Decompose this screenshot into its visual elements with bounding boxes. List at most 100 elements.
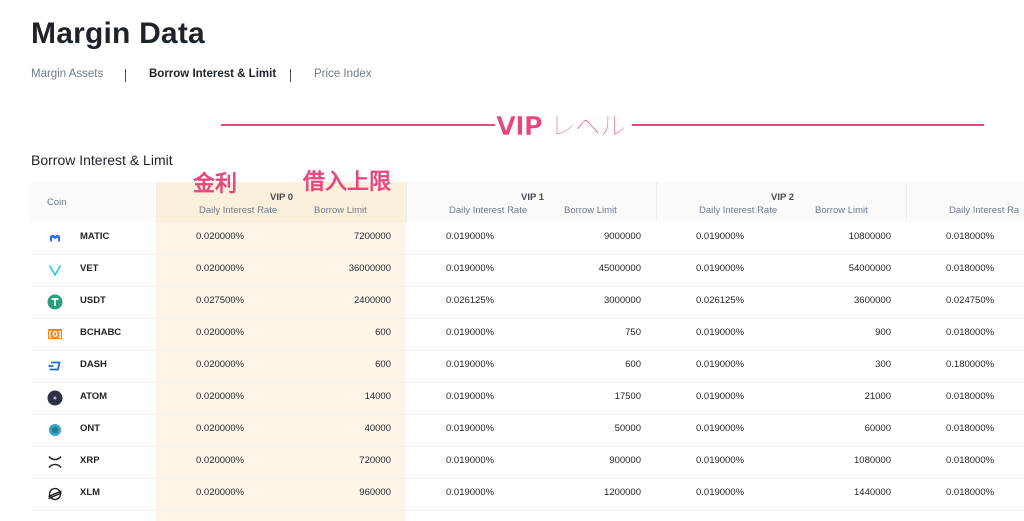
vip1-limit: 3000000 [604, 295, 641, 306]
vip0-limit: 36000000 [348, 263, 391, 274]
vip0-limit: 960000 [359, 487, 391, 498]
vip1-rate: 0.019000% [446, 231, 495, 242]
annotation-interest: 金利 [193, 172, 238, 197]
vip0-rate: 0.020000% [196, 359, 245, 370]
annotation-vip-level: VIP レベル [496, 112, 627, 143]
header-divider [156, 182, 157, 222]
vip2-rate: 0.019000% [696, 391, 745, 402]
vip0-rate: 0.020000% [196, 263, 245, 274]
vip1-rate: 0.019000% [446, 423, 495, 434]
vip1-rate: 0.019000% [446, 487, 495, 498]
tier-header-vip0: VIP 0 [270, 192, 294, 203]
vip3-rate: 0.018000% [946, 487, 995, 498]
section-title: Borrow Interest & Limit [31, 152, 173, 168]
vip2-limit: 1440000 [854, 487, 891, 498]
table-row: ATOM 0.020000% 14000 0.019000% 17500 0.0… [31, 382, 1024, 415]
header-divider [906, 182, 907, 222]
coin-symbol: ATOM [80, 391, 108, 402]
vip0-limit: 2400000 [354, 295, 391, 306]
column-header-coin: Coin [47, 197, 67, 208]
svg-text:[0]: [0] [49, 330, 62, 339]
matic-icon [47, 230, 63, 246]
coin-symbol: VET [80, 263, 99, 274]
vip3-rate: 0.024750% [946, 295, 995, 306]
vip0-rate: 0.020000% [196, 487, 245, 498]
column-header-limit: Borrow Limit [564, 205, 617, 216]
column-header-rate: Daily Interest Rate [699, 205, 778, 216]
vip1-limit: 9000000 [604, 231, 641, 242]
vip0-rate: 0.020000% [196, 391, 245, 402]
atom-icon [47, 390, 63, 406]
column-header-limit: Borrow Limit [314, 205, 367, 216]
annotation-line-right [632, 124, 984, 126]
table-row: VET 0.020000% 36000000 0.019000% 4500000… [31, 254, 1024, 287]
vip1-limit: 50000 [614, 423, 641, 434]
vip1-limit: 900000 [609, 455, 641, 466]
vet-icon [47, 262, 63, 278]
vip0-rate: 0.027500% [196, 295, 245, 306]
table-row: [0] BCHABC 0.020000% 600 0.019000% 750 0… [31, 318, 1024, 351]
subnav-divider [290, 69, 291, 82]
vip3-rate: 0.018000% [946, 231, 995, 242]
vip2-rate: 0.019000% [696, 327, 745, 338]
vip1-limit: 17500 [614, 391, 641, 402]
vip0-rate: 0.020000% [196, 327, 245, 338]
annotation-line-left [221, 124, 495, 126]
vip1-rate: 0.026125% [446, 295, 495, 306]
vip1-limit: 750 [625, 327, 641, 338]
vip0-rate: 0.020000% [196, 423, 245, 434]
table-row: USDT 0.027500% 2400000 0.026125% 3000000… [31, 286, 1024, 319]
vip2-limit: 21000 [864, 391, 891, 402]
vip1-rate: 0.019000% [446, 359, 495, 370]
table-row: MATIC 0.020000% 7200000 0.019000% 900000… [31, 222, 1024, 255]
vip3-rate: 0.018000% [946, 423, 995, 434]
dash-icon [47, 358, 63, 374]
subnav-divider [125, 69, 126, 82]
page-title: Margin Data [31, 17, 205, 50]
vip2-rate: 0.019000% [696, 359, 745, 370]
vip2-limit: 60000 [864, 423, 891, 434]
tab-borrow-interest-limit[interactable]: Borrow Interest & Limit [149, 68, 276, 80]
vip2-limit: 900 [875, 327, 891, 338]
column-header-rate: Daily Interest Rate [199, 205, 278, 216]
vip2-limit: 54000000 [848, 263, 891, 274]
coin-symbol: MATIC [80, 231, 110, 242]
tab-price-index[interactable]: Price Index [314, 68, 372, 80]
tier-header-vip2: VIP 2 [771, 192, 795, 203]
vip2-limit: 3600000 [854, 295, 891, 306]
vip0-limit: 600 [375, 359, 391, 370]
vip1-limit: 600 [625, 359, 641, 370]
vip2-limit: 300 [875, 359, 891, 370]
coin-symbol: BCHABC [80, 327, 122, 338]
coin-symbol: ONT [80, 423, 101, 434]
tab-margin-assets[interactable]: Margin Assets [31, 68, 103, 80]
vip1-rate: 0.019000% [446, 391, 495, 402]
column-header-limit: Borrow Limit [815, 205, 868, 216]
ont-icon [47, 422, 63, 438]
vip2-rate: 0.019000% [696, 263, 745, 274]
coin-symbol: XLM [80, 487, 101, 498]
coin-symbol: DASH [80, 359, 107, 370]
vip0-limit: 7200000 [354, 231, 391, 242]
tier-header-vip1: VIP 1 [521, 192, 545, 203]
vip1-rate: 0.019000% [446, 327, 495, 338]
vip1-rate: 0.019000% [446, 263, 495, 274]
vip2-rate: 0.019000% [696, 423, 745, 434]
vip0-limit: 40000 [364, 423, 391, 434]
table-row: XLM 0.020000% 960000 0.019000% 1200000 0… [31, 478, 1024, 511]
vip3-rate: 0.018000% [946, 455, 995, 466]
xrp-icon [47, 454, 63, 470]
usdt-icon [47, 294, 63, 310]
table-row: ONT 0.020000% 40000 0.019000% 50000 0.01… [31, 414, 1024, 447]
column-header-rate: Daily Interest Ra [949, 205, 1020, 216]
vip3-rate: 0.018000% [946, 263, 995, 274]
table-row: XRP 0.020000% 720000 0.019000% 900000 0.… [31, 446, 1024, 479]
vip0-limit: 600 [375, 327, 391, 338]
vip0-rate: 0.020000% [196, 231, 245, 242]
vip2-rate: 0.019000% [696, 487, 745, 498]
vip1-limit: 1200000 [604, 487, 641, 498]
bchabc-icon: [0] [47, 326, 63, 342]
header-divider [406, 182, 407, 222]
vip0-limit: 720000 [359, 455, 391, 466]
vip2-limit: 10800000 [848, 231, 891, 242]
